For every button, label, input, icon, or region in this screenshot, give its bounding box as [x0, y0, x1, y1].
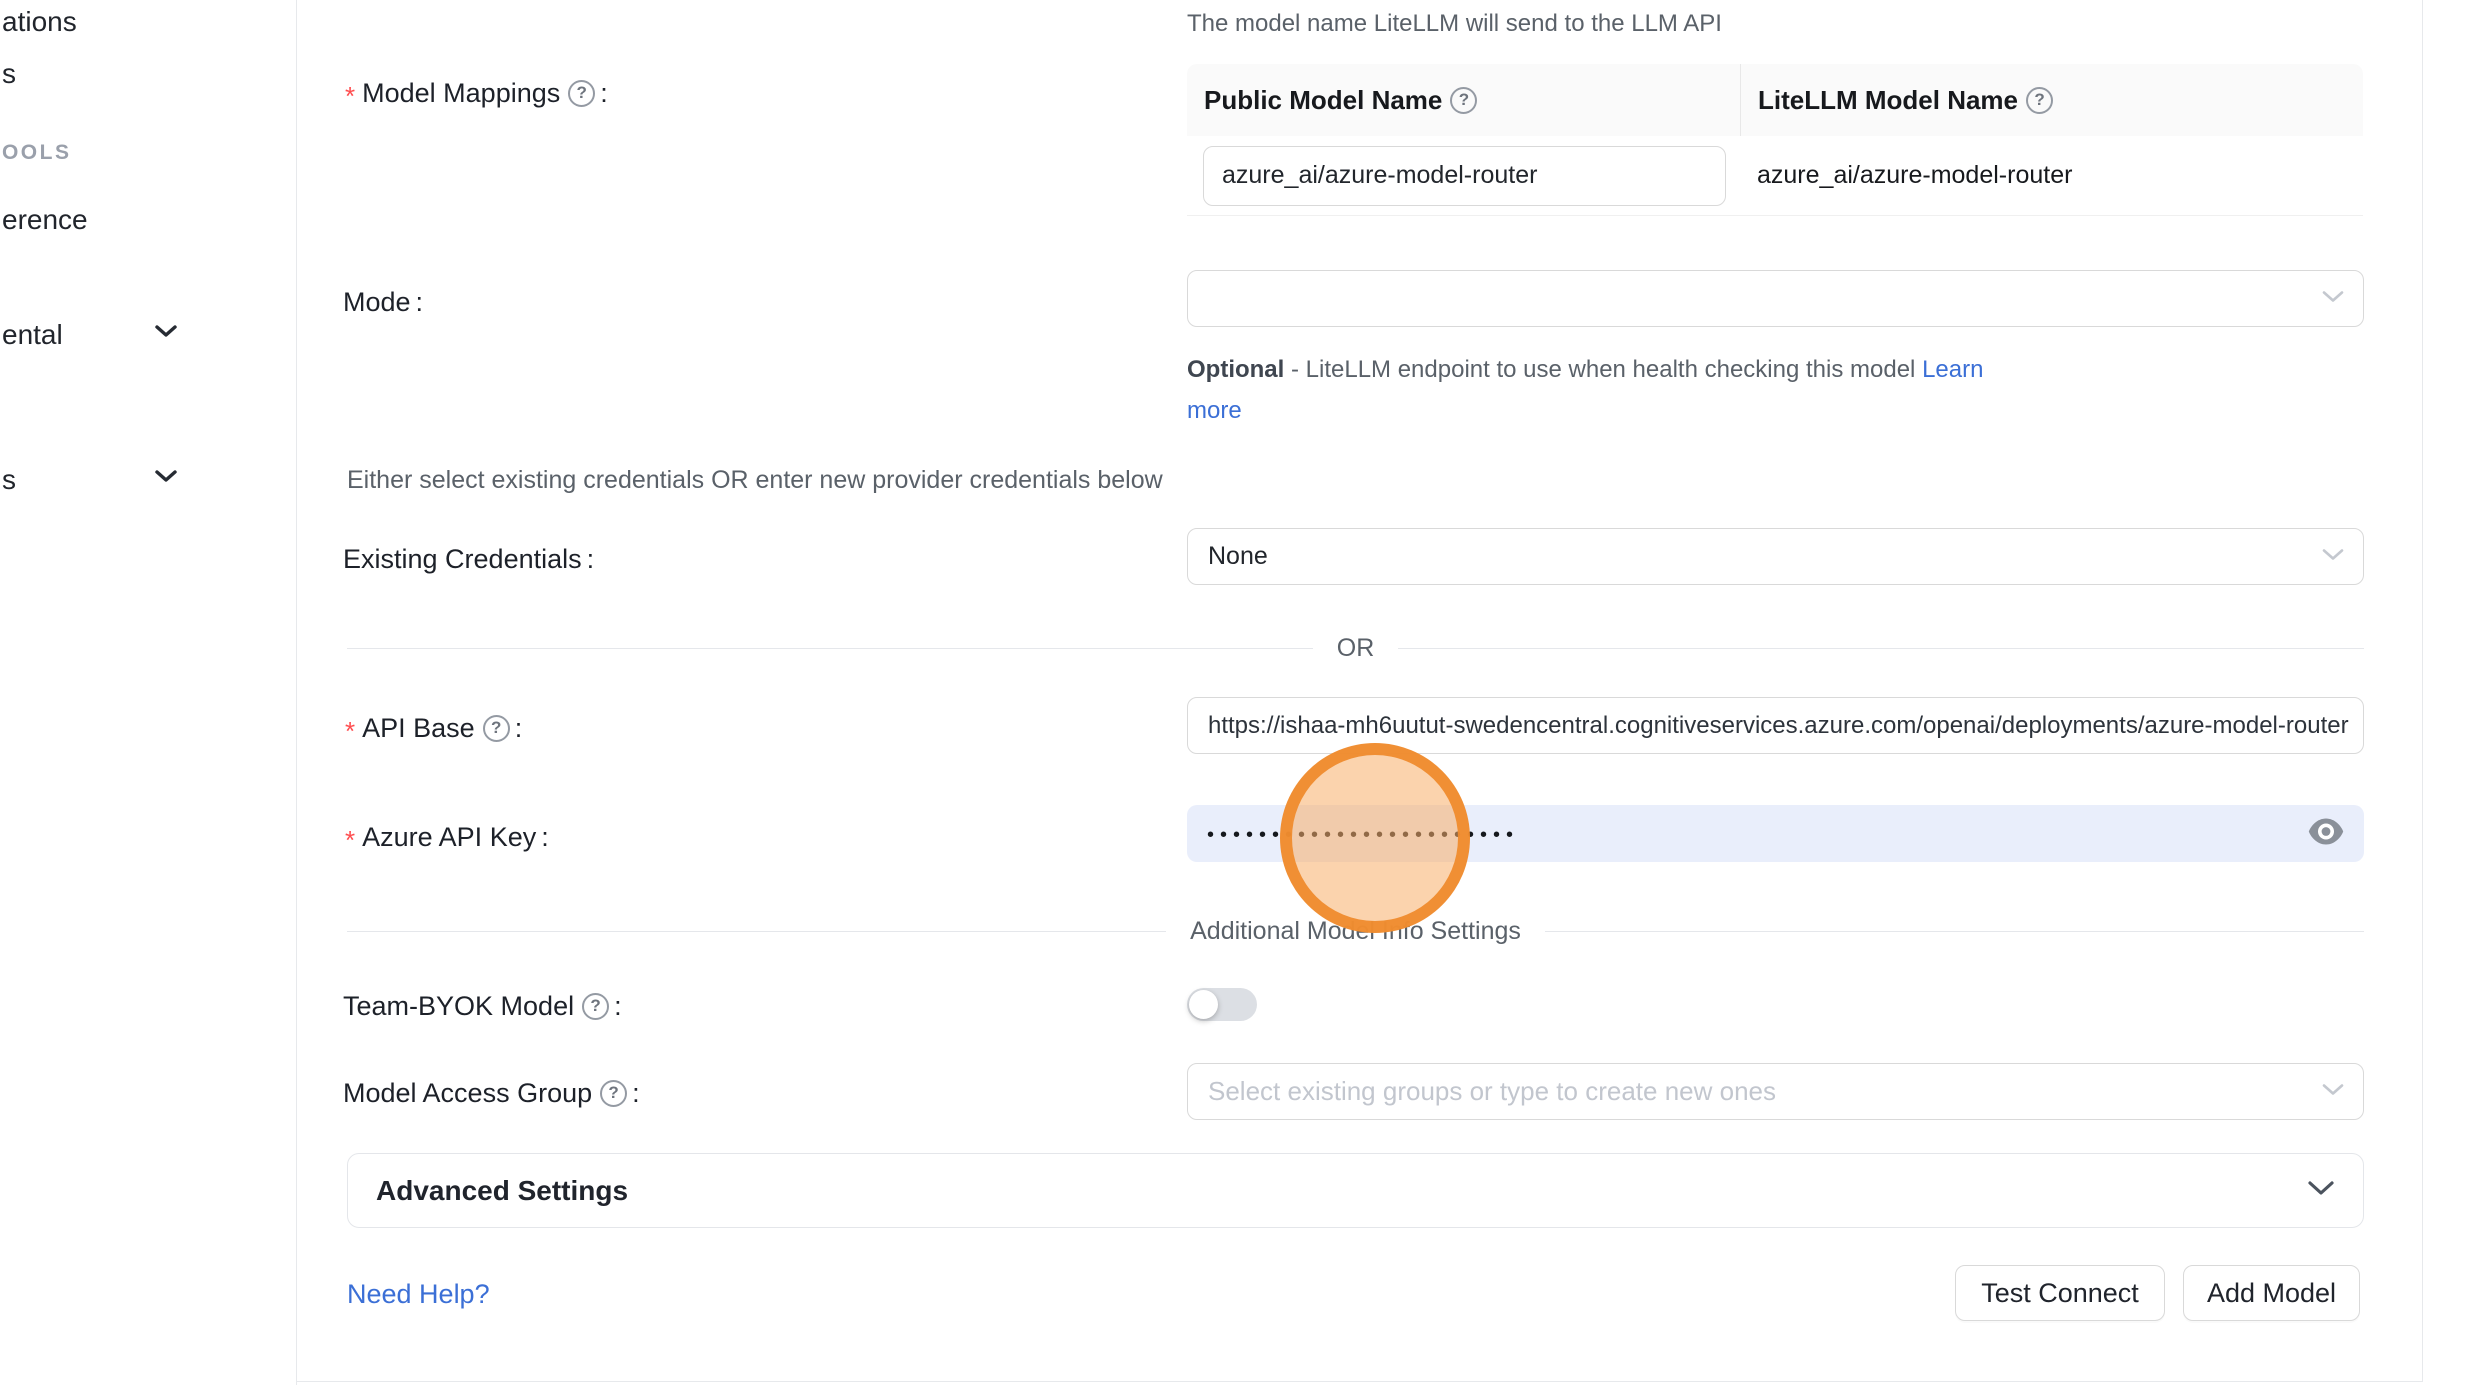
required-asterisk: * — [345, 819, 355, 856]
existing-credentials-select[interactable]: None — [1187, 528, 2364, 585]
help-icon[interactable]: ? — [582, 993, 609, 1020]
sidebar-item[interactable]: erence — [2, 204, 88, 236]
content-bottom-border — [297, 1381, 2423, 1382]
test-connect-button[interactable]: Test Connect — [1955, 1265, 2165, 1321]
help-icon[interactable]: ? — [1450, 87, 1477, 114]
team-byok-label: Team-BYOK Model ? : — [343, 990, 622, 1022]
need-help-link[interactable]: Need Help? — [347, 1279, 490, 1310]
existing-credentials-label: Existing Credentials : — [343, 543, 594, 575]
chevron-down-icon — [2321, 1082, 2345, 1101]
model-name-help-text: The model name LiteLLM will send to the … — [1187, 10, 1722, 38]
sidebar-item[interactable]: ations — [2, 6, 77, 38]
sidebar-section-tools: TOOLS — [0, 141, 71, 165]
help-icon[interactable]: ? — [483, 715, 510, 742]
required-asterisk: * — [345, 75, 355, 112]
advanced-settings-header[interactable]: Advanced Settings — [347, 1153, 2364, 1228]
azure-api-key-label: * Azure API Key : — [345, 819, 549, 856]
model-access-group-select[interactable]: Select existing groups or type to create… — [1187, 1063, 2364, 1120]
mode-label: Mode : — [343, 286, 423, 318]
or-divider: OR — [347, 633, 2364, 663]
model-mappings-label: * Model Mappings ? : — [345, 75, 608, 112]
sidebar-item[interactable]: ental — [2, 319, 63, 351]
sidebar: ations s TOOLS erence ental s — [0, 0, 297, 1385]
add-model-button[interactable]: Add Model — [2183, 1265, 2360, 1321]
help-icon[interactable]: ? — [600, 1080, 627, 1107]
sidebar-item[interactable]: s — [2, 58, 16, 90]
chevron-down-icon[interactable] — [154, 324, 178, 343]
chevron-down-icon[interactable] — [154, 469, 178, 488]
table-row: azure_ai/azure-model-router azure_ai/azu… — [1187, 136, 2363, 216]
chevron-down-icon — [2321, 289, 2345, 308]
api-base-label: * API Base ? : — [345, 710, 522, 747]
table-header-row: Public Model Name ? LiteLLM Model Name ? — [1187, 64, 2363, 136]
chevron-down-icon — [2307, 1180, 2335, 1201]
chevron-down-icon — [2321, 547, 2345, 566]
select-placeholder: Select existing groups or type to create… — [1208, 1076, 1776, 1107]
credentials-note: Either select existing credentials OR en… — [347, 466, 1163, 495]
model-mappings-table: Public Model Name ? LiteLLM Model Name ?… — [1187, 64, 2363, 216]
help-icon[interactable]: ? — [568, 80, 595, 107]
model-access-group-label: Model Access Group ? : — [343, 1077, 640, 1109]
mode-help-text: Optional - LiteLLM endpoint to use when … — [1187, 349, 1997, 431]
team-byok-toggle[interactable] — [1187, 988, 1257, 1021]
click-indicator — [1280, 743, 1470, 933]
mode-select[interactable] — [1187, 270, 2364, 327]
column-header-public-model-name: Public Model Name ? — [1187, 85, 1740, 116]
content-right-border — [2422, 0, 2423, 1382]
required-asterisk: * — [345, 710, 355, 747]
eye-icon[interactable] — [2308, 818, 2344, 849]
help-icon[interactable]: ? — [2026, 87, 2053, 114]
public-model-name-input[interactable]: azure_ai/azure-model-router — [1203, 146, 1726, 206]
toggle-knob — [1189, 990, 1218, 1019]
column-header-litellm-model-name: LiteLLM Model Name ? — [1740, 64, 2363, 136]
litellm-model-name-value: azure_ai/azure-model-router — [1740, 161, 2363, 190]
sidebar-item[interactable]: s — [2, 464, 16, 496]
